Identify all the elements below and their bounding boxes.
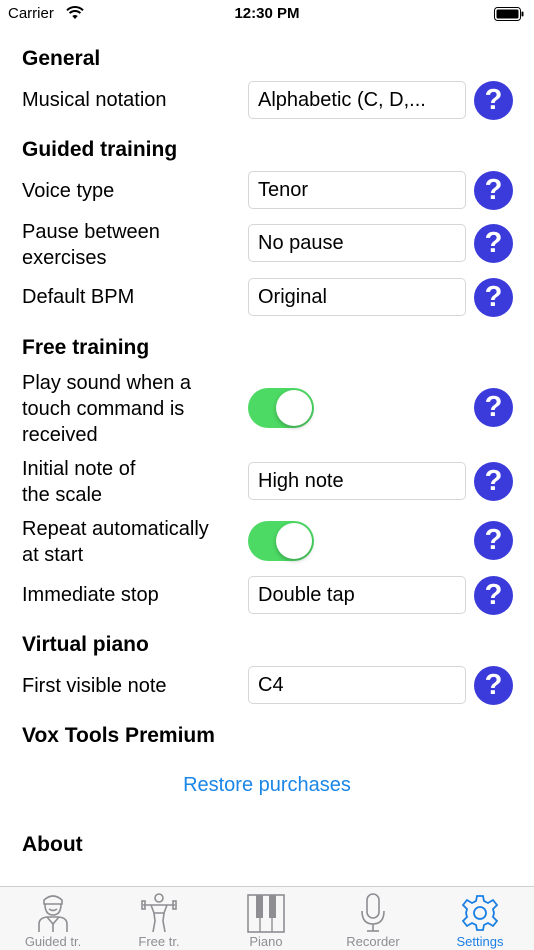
repeat-auto-help-button[interactable]: ? — [474, 521, 513, 560]
battery-icon — [494, 7, 524, 21]
tab-recorder[interactable]: Recorder — [320, 887, 426, 950]
tab-free-training-label: Free tr. — [138, 934, 180, 949]
musical-notation-select[interactable]: Alphabetic (C, D,... — [248, 81, 466, 119]
section-piano-header: Virtual piano — [22, 633, 149, 656]
pause-between-label-line2: exercises — [22, 247, 107, 269]
section-premium-header: Vox Tools Premium — [22, 724, 215, 747]
play-sound-toggle[interactable] — [248, 388, 314, 428]
section-free-header: Free training — [22, 336, 150, 359]
initial-note-select[interactable]: High note — [248, 462, 466, 500]
pause-between-select[interactable]: No pause — [248, 224, 466, 262]
first-visible-note-label: First visible note — [22, 675, 167, 697]
section-about-header: About — [22, 833, 83, 856]
initial-note-help-button[interactable]: ? — [474, 462, 513, 501]
tab-guided-training[interactable]: Guided tr. — [0, 887, 106, 950]
voice-type-select[interactable]: Tenor — [248, 171, 466, 209]
microphone-icon — [361, 893, 385, 932]
pause-between-label: Pause between exercises — [22, 219, 160, 271]
piano-icon — [247, 894, 285, 933]
gear-icon — [461, 895, 499, 931]
musical-notation-help-button[interactable]: ? — [474, 81, 513, 120]
voice-type-label: Voice type — [22, 180, 115, 202]
repeat-auto-toggle[interactable] — [248, 521, 314, 561]
tab-settings-label: Settings — [456, 934, 504, 949]
initial-note-label: Initial note of the scale — [22, 456, 135, 508]
immediate-stop-help-button[interactable]: ? — [474, 576, 513, 615]
tab-settings[interactable]: Settings — [427, 887, 533, 950]
tab-bar: Guided tr. Free tr. Piano Recorder Setti… — [0, 886, 534, 950]
repeat-auto-label-line1: Repeat automatically — [22, 518, 209, 540]
repeat-auto-label: Repeat automatically at start — [22, 516, 209, 568]
restore-purchases-link[interactable]: Restore purchases — [0, 774, 534, 797]
section-general-header: General — [22, 47, 101, 70]
initial-note-label-line2: the scale — [22, 484, 103, 506]
tab-piano-label: Piano — [249, 934, 283, 949]
toggle-knob — [276, 523, 312, 559]
tab-piano[interactable]: Piano — [213, 887, 319, 950]
first-visible-note-help-button[interactable]: ? — [474, 666, 513, 705]
default-bpm-help-button[interactable]: ? — [474, 278, 513, 317]
musical-notation-label: Musical notation — [22, 89, 167, 111]
immediate-stop-select[interactable]: Double tap — [248, 576, 466, 614]
tab-recorder-label: Recorder — [346, 934, 400, 949]
first-visible-note-select[interactable]: C4 — [248, 666, 466, 704]
toggle-knob — [276, 390, 312, 426]
initial-note-label-line1: Initial note of — [22, 458, 136, 480]
default-bpm-label: Default BPM — [22, 286, 135, 308]
pause-between-label-line1: Pause between — [22, 221, 160, 243]
pause-between-help-button[interactable]: ? — [474, 224, 513, 263]
play-sound-label-line2: touch command is — [22, 398, 185, 420]
play-sound-label-line3: received — [22, 424, 98, 446]
status-time: 12:30 PM — [234, 5, 300, 22]
status-bar: Carrier 12:30 PM — [0, 0, 534, 30]
tab-guided-training-label: Guided tr. — [24, 934, 82, 949]
play-sound-help-button[interactable]: ? — [474, 388, 513, 427]
singer-icon — [38, 895, 68, 932]
play-sound-label: Play sound when a touch command is recei… — [22, 370, 191, 448]
immediate-stop-label: Immediate stop — [22, 584, 159, 606]
play-sound-label-line1: Play sound when a — [22, 372, 192, 394]
section-guided-header: Guided training — [22, 138, 178, 161]
voice-type-help-button[interactable]: ? — [474, 171, 513, 210]
tab-free-training[interactable]: Free tr. — [106, 887, 212, 950]
default-bpm-select[interactable]: Original — [248, 278, 466, 316]
repeat-auto-label-line2: at start — [22, 544, 84, 566]
exercise-icon — [141, 893, 177, 933]
